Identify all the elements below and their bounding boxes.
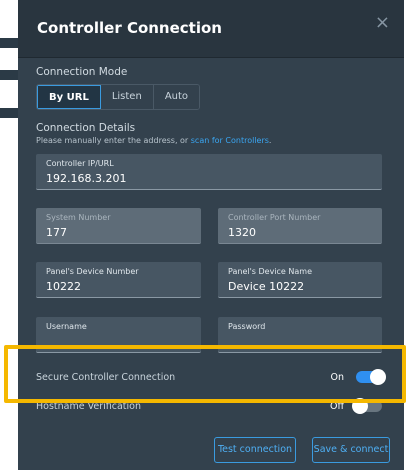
scan-for-controllers-link[interactable]: scan for Controllers — [191, 136, 269, 145]
device-number-field[interactable]: Panel's Device Number 10222 — [36, 262, 201, 298]
mode-by-url-button[interactable]: By URL — [37, 85, 101, 109]
close-icon[interactable]: × — [375, 12, 390, 33]
connection-details-label: Connection Details — [36, 122, 136, 134]
connection-mode-label: Connection Mode — [36, 66, 128, 78]
username-label: Username — [46, 322, 87, 331]
controller-ip-value: 192.168.3.201 — [46, 172, 127, 185]
hint-suffix: . — [268, 136, 272, 145]
mode-auto-button[interactable]: Auto — [153, 85, 200, 109]
password-label: Password — [228, 322, 266, 331]
device-name-field[interactable]: Panel's Device Name Device 10222 — [218, 262, 382, 298]
device-name-value: Device 10222 — [228, 280, 305, 293]
system-number-field: System Number 177 — [36, 208, 201, 244]
controller-port-label: Controller Port Number — [228, 213, 321, 222]
mode-listen-button[interactable]: Listen — [100, 85, 154, 109]
dialog-title: Controller Connection — [37, 19, 222, 37]
system-number-value: 177 — [46, 226, 67, 239]
highlight-box — [4, 345, 406, 403]
test-connection-button[interactable]: Test connection — [214, 437, 296, 463]
system-number-label: System Number — [46, 213, 111, 222]
dialog-header: Controller Connection × — [18, 0, 404, 58]
device-name-label: Panel's Device Name — [228, 267, 312, 276]
controller-port-value: 1320 — [228, 226, 256, 239]
hint-text: Please manually enter the address, or — [36, 136, 191, 145]
controller-ip-field[interactable]: Controller IP/URL 192.168.3.201 — [36, 154, 382, 190]
connection-mode-selector: By URL Listen Auto — [36, 84, 201, 110]
controller-ip-label: Controller IP/URL — [46, 159, 114, 168]
device-number-label: Panel's Device Number — [46, 267, 139, 276]
connection-details-hint: Please manually enter the address, or sc… — [36, 136, 271, 145]
device-number-value: 10222 — [46, 280, 81, 293]
controller-port-field: Controller Port Number 1320 — [218, 208, 382, 244]
save-and-connect-button[interactable]: Save & connect — [312, 437, 390, 463]
